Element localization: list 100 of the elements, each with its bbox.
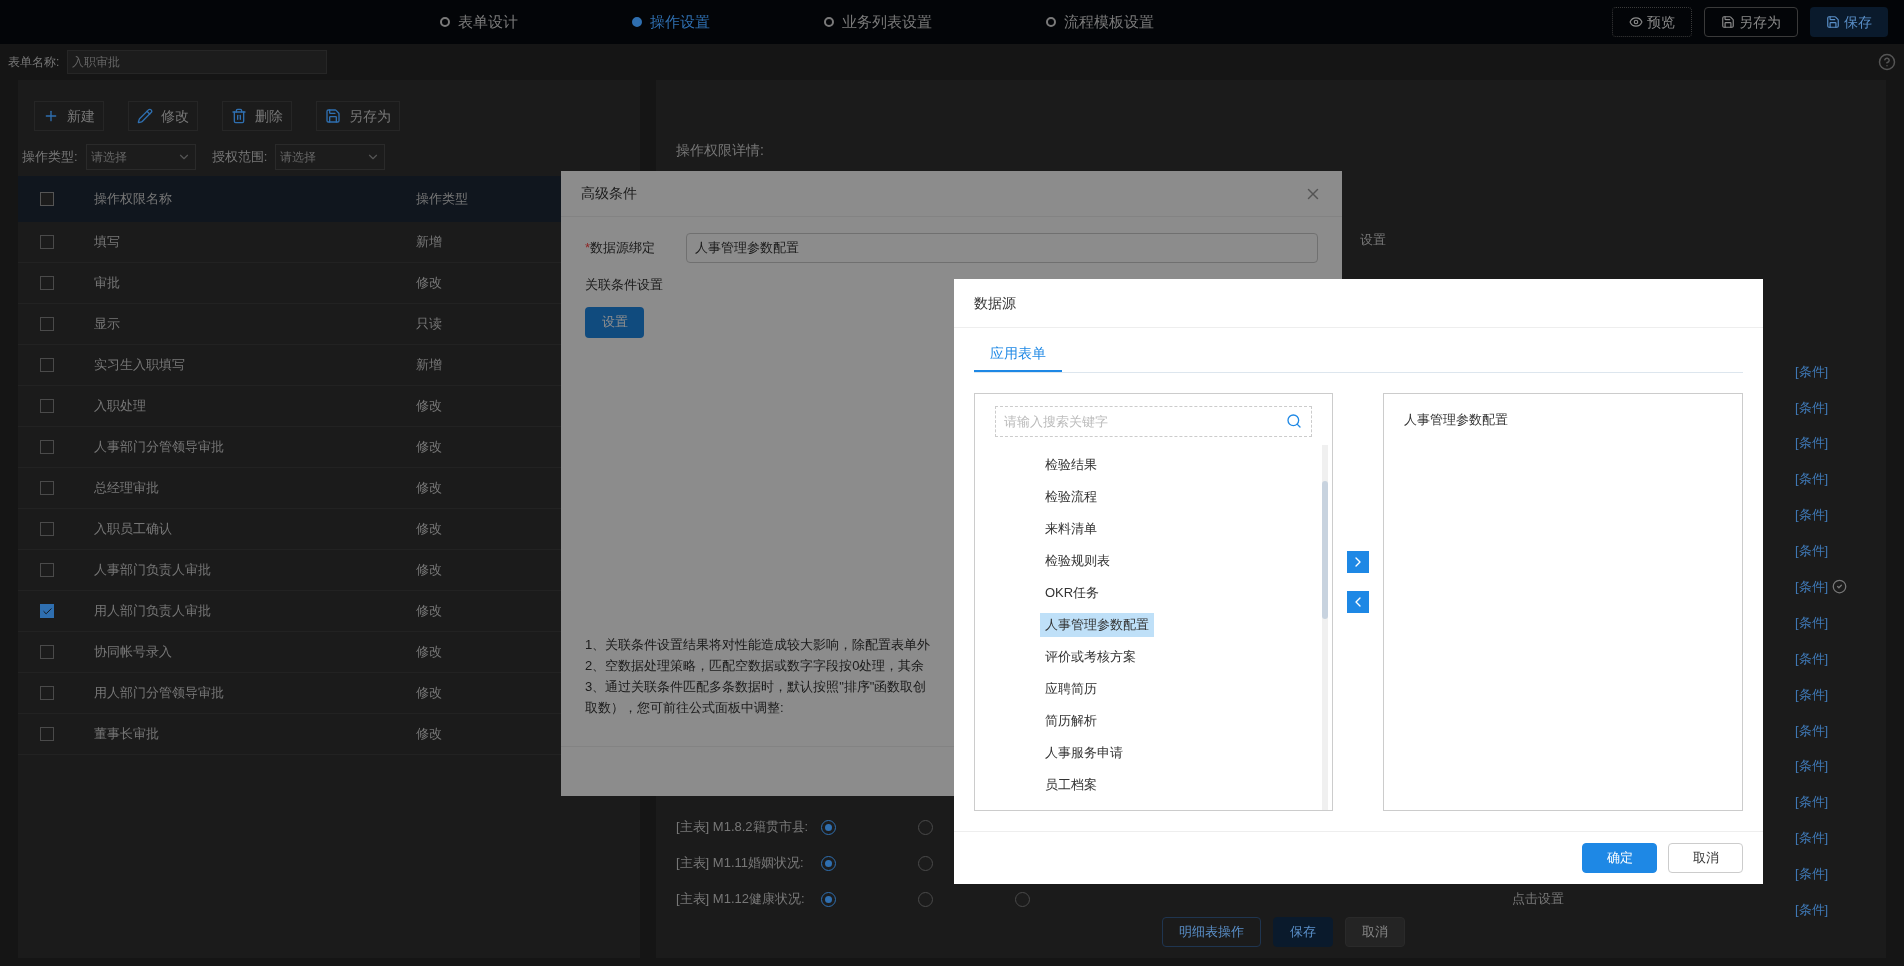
eye-icon: [1629, 15, 1643, 29]
table-cell-text: 总经理审批: [94, 479, 160, 498]
step-tab[interactable]: 操作设置: [632, 10, 710, 34]
condition-link[interactable]: [条件]: [1795, 828, 1829, 848]
note-text: 取数），您可前往公式面板中调整:: [585, 699, 784, 717]
condition-link[interactable]: [条件]: [1795, 864, 1829, 884]
save-icon: [1721, 15, 1735, 29]
list-item[interactable]: 人事服务申请: [1040, 741, 1128, 765]
search-field[interactable]: 请输入搜索关键字: [995, 406, 1312, 437]
table-cell-text: 修改: [416, 479, 442, 498]
condition-link[interactable]: [条件]: [1795, 505, 1829, 525]
radio-button[interactable]: [1015, 891, 1030, 907]
radio-button[interactable]: [821, 819, 836, 835]
row-checkbox[interactable]: [40, 235, 54, 249]
radio-button[interactable]: [918, 819, 933, 835]
condition-link[interactable]: [条件]: [1795, 541, 1829, 561]
step-tab[interactable]: 业务列表设置: [824, 10, 932, 34]
condition-link[interactable]: [条件]: [1795, 684, 1829, 705]
condition-link[interactable]: [条件]: [1795, 577, 1829, 597]
condition-link[interactable]: [条件]: [1795, 792, 1829, 812]
search-icon[interactable]: [1286, 413, 1302, 429]
list-item[interactable]: 简历解析: [1040, 709, 1102, 733]
table-cell-text: 只读: [416, 315, 442, 334]
list-item[interactable]: 评价或考核方案: [1040, 645, 1141, 669]
table-cell-text: 用人部门分管领导审批: [94, 684, 225, 703]
table-cell-text: 实习生入职填写: [94, 356, 186, 375]
condition-link[interactable]: [条件]: [1795, 397, 1829, 418]
table-cell-text: 入职员工确认: [94, 520, 173, 539]
toolbar-button[interactable]: 保存: [1810, 7, 1888, 37]
step-tab[interactable]: 流程模板设置: [1046, 10, 1154, 34]
footer-button[interactable]: 明细表操作: [1162, 917, 1261, 947]
toolbar-button[interactable]: 修改: [128, 101, 198, 131]
list-item[interactable]: 来料清单: [1040, 517, 1102, 541]
datasource-field[interactable]: 人事管理参数配置: [686, 233, 1318, 263]
move-left-button[interactable]: [1347, 591, 1369, 613]
filter-select[interactable]: 请选择: [275, 144, 386, 170]
condition-link[interactable]: [条件]: [1795, 720, 1829, 741]
row-checkbox[interactable]: [40, 522, 54, 536]
scrollbar[interactable]: [1322, 445, 1328, 810]
list-item[interactable]: 应聘简历: [1040, 677, 1102, 701]
row-checkbox[interactable]: [40, 276, 54, 290]
condition-link[interactable]: [条件]: [1795, 756, 1829, 776]
filter-label: 授权范围:: [211, 148, 268, 167]
table-cell-text: 修改: [416, 725, 442, 744]
table-cell-text: 人事部门分管领导审批: [94, 438, 225, 457]
toolbar-button[interactable]: 另存为: [1704, 7, 1798, 37]
list-item[interactable]: 检验规则表: [1040, 549, 1115, 573]
condition-link[interactable]: [条件]: [1795, 900, 1829, 920]
toolbar-button[interactable]: 删除: [222, 101, 292, 131]
row-checkbox[interactable]: [40, 563, 54, 577]
save-icon: [325, 108, 341, 124]
row-checkbox[interactable]: [40, 604, 54, 618]
list-item[interactable]: 检验结果: [1040, 453, 1102, 477]
condition-link[interactable]: [条件]: [1795, 433, 1829, 453]
row-checkbox[interactable]: [40, 317, 54, 331]
list-item[interactable]: 人事管理参数配置: [1040, 613, 1154, 637]
radio-button[interactable]: [821, 891, 836, 907]
list-item[interactable]: 检验流程: [1040, 485, 1102, 509]
condition-link[interactable]: [条件]: [1795, 612, 1829, 633]
row-checkbox[interactable]: [40, 399, 54, 413]
move-right-button[interactable]: [1347, 551, 1369, 573]
table-cell-text: 修改: [416, 520, 442, 539]
dialog-button[interactable]: 确定: [1582, 843, 1657, 873]
plus-icon: [43, 108, 59, 124]
row-checkbox[interactable]: [40, 727, 54, 741]
radio-button[interactable]: [821, 855, 836, 871]
setting-button[interactable]: 设置: [585, 306, 644, 338]
radio-button[interactable]: [918, 891, 933, 907]
note-text: 3、通过关联条件匹配多条数据时，默认按照"排序"函数取创: [585, 678, 927, 696]
condition-link[interactable]: [条件]: [1795, 469, 1829, 489]
step-tab[interactable]: 表单设计: [440, 10, 518, 34]
toolbar-button[interactable]: 新建: [34, 101, 104, 131]
list-item[interactable]: 员工档案: [1040, 773, 1102, 797]
condition-link[interactable]: [条件]: [1795, 648, 1829, 669]
table-cell-text: 修改: [416, 274, 442, 293]
footer-button[interactable]: 取消: [1345, 917, 1405, 947]
radio-button[interactable]: [918, 855, 933, 871]
help-icon[interactable]: [1878, 53, 1896, 71]
row-checkbox[interactable]: [40, 645, 54, 659]
footer-button[interactable]: 保存: [1273, 917, 1333, 947]
trash-icon: [231, 108, 247, 124]
row-checkbox[interactable]: [40, 686, 54, 700]
toolbar-button[interactable]: 另存为: [316, 101, 400, 131]
table-cell-text: 修改: [416, 397, 442, 416]
header-checkbox[interactable]: [40, 192, 54, 206]
table-cell-text: 显示: [94, 315, 121, 334]
list-item[interactable]: OKR任务: [1040, 581, 1105, 605]
row-checkbox[interactable]: [40, 358, 54, 372]
form-name-label: 表单名称:: [8, 54, 60, 71]
required-mark: *: [585, 239, 591, 258]
table-cell-text: 人事部门负责人审批: [94, 561, 212, 580]
condition-link[interactable]: [条件]: [1795, 361, 1829, 382]
row-checkbox[interactable]: [40, 440, 54, 454]
filter-select[interactable]: 请选择: [85, 144, 196, 170]
dialog-button[interactable]: 取消: [1668, 843, 1743, 873]
row-checkbox[interactable]: [40, 481, 54, 495]
form-name-field[interactable]: 入职审批: [67, 50, 328, 74]
list-item[interactable]: 人事管理参数配置: [1404, 410, 1742, 430]
tab[interactable]: 应用表单: [974, 336, 1062, 372]
column-header: 操作权限名称: [94, 190, 173, 209]
